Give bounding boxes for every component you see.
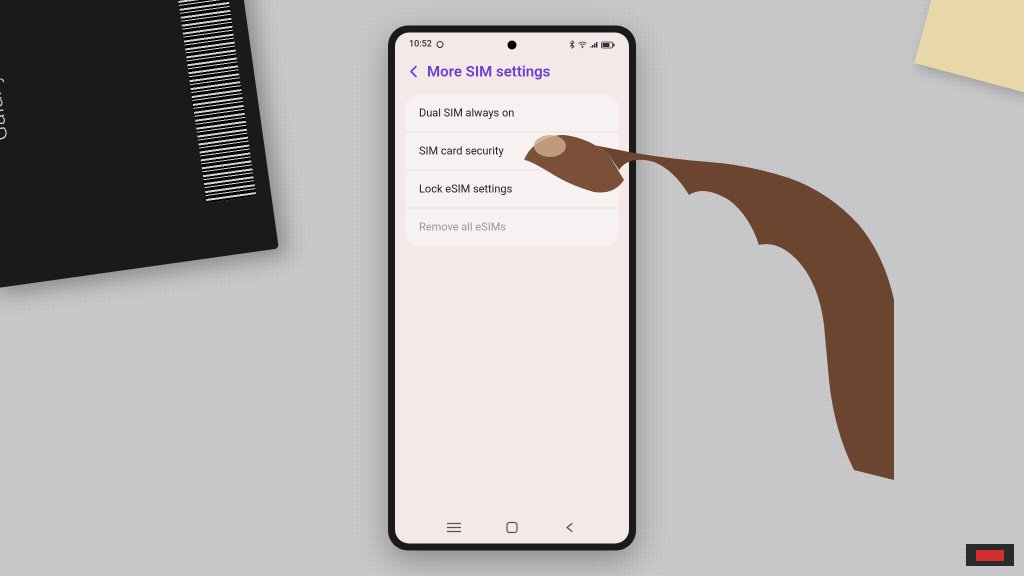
background-prop bbox=[914, 0, 1024, 94]
phone-device: 10:52 bbox=[388, 26, 636, 551]
setting-label: Dual SIM always on bbox=[419, 107, 514, 120]
setting-lock-esim[interactable]: Lock eSIM settings bbox=[405, 171, 619, 209]
phone-screen: 10:52 bbox=[395, 33, 629, 544]
page-title: More SIM settings bbox=[427, 63, 550, 81]
settings-list: Dual SIM always on SIM card security Loc… bbox=[405, 95, 619, 246]
wifi-icon bbox=[578, 41, 587, 48]
battery-icon bbox=[601, 41, 615, 48]
nav-home-button[interactable] bbox=[497, 522, 527, 534]
back-button[interactable] bbox=[409, 65, 419, 79]
status-notification-icon bbox=[436, 41, 444, 49]
watermark-logo bbox=[976, 550, 1004, 561]
camera-cutout bbox=[508, 41, 517, 50]
status-time: 10:52 bbox=[409, 40, 432, 50]
setting-label: Lock eSIM settings bbox=[419, 183, 512, 196]
nav-recents-button[interactable] bbox=[439, 523, 469, 533]
product-box-label: Galaxy S25 Ultra bbox=[0, 0, 13, 143]
barcode bbox=[176, 0, 256, 203]
nav-back-button[interactable] bbox=[555, 522, 585, 534]
signal-icon bbox=[590, 41, 598, 48]
settings-header: More SIM settings bbox=[395, 53, 629, 95]
setting-sim-security[interactable]: SIM card security bbox=[405, 133, 619, 171]
navigation-bar bbox=[395, 512, 629, 544]
bluetooth-icon bbox=[569, 41, 575, 49]
setting-remove-esims: Remove all eSIMs bbox=[405, 209, 619, 246]
product-box: Galaxy S25 Ultra bbox=[0, 0, 279, 289]
setting-label: SIM card security bbox=[419, 145, 504, 158]
setting-label: Remove all eSIMs bbox=[419, 221, 506, 234]
setting-dual-sim[interactable]: Dual SIM always on bbox=[405, 95, 619, 133]
watermark bbox=[966, 544, 1014, 566]
